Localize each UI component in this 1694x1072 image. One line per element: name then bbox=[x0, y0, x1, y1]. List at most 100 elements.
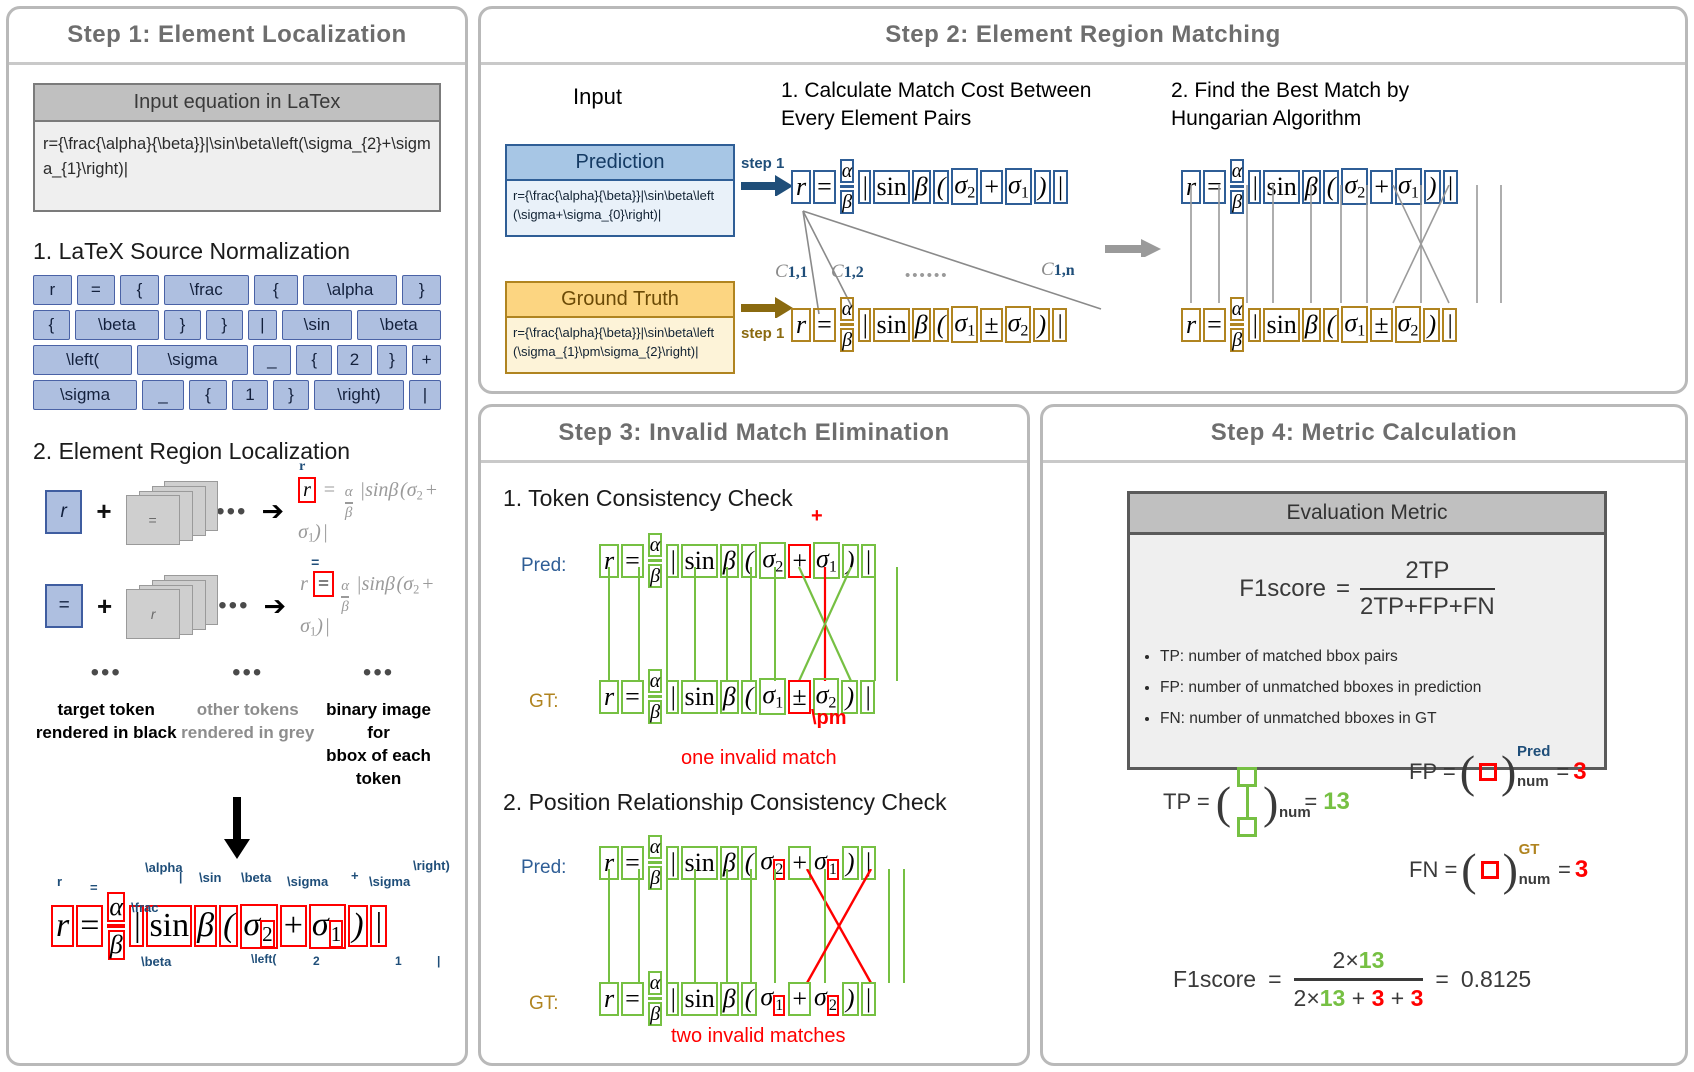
f1-result-value: 0.8125 bbox=[1460, 966, 1532, 992]
calculate-cost-title: 1. Calculate Match Cost Between Every El… bbox=[781, 79, 1092, 131]
token-cell: } bbox=[273, 379, 309, 410]
bbox-frac: αβ bbox=[107, 892, 126, 961]
token-cell: \left( bbox=[33, 344, 133, 375]
result-num-value: 13 bbox=[1358, 947, 1385, 973]
check2-gt-equation: r = αβ | sin β ( σ1 + σ2 ) | bbox=[599, 971, 876, 1026]
fp-sub: num bbox=[1517, 773, 1549, 790]
token-cell: 1 bbox=[232, 379, 268, 410]
token-cell: { bbox=[296, 344, 333, 375]
hungarian-title: 2. Find the Best Match by Hungarian Algo… bbox=[1171, 79, 1410, 131]
token-cell: \frac bbox=[163, 274, 249, 305]
ellipsis-dots: ••• bbox=[216, 497, 248, 525]
token-cell: | bbox=[247, 309, 277, 340]
f1-result: F1score = 2×13 2×13 + 3 + 3 = 0.8125 bbox=[1173, 947, 1531, 1012]
bbox-lparen: ( bbox=[219, 905, 239, 948]
bbox-rparen: ) bbox=[348, 905, 368, 948]
down-arrow-icon bbox=[33, 797, 441, 864]
result-den-tp: 13 bbox=[1319, 985, 1346, 1011]
left-paren-icon: ( bbox=[1215, 776, 1232, 828]
cost-sub: 1,1 bbox=[787, 264, 808, 281]
f1-numerator: 2TP bbox=[1405, 557, 1450, 584]
localization-captions: ••• target token rendered in black ••• o… bbox=[33, 661, 441, 791]
token-cell: \sin bbox=[282, 309, 352, 340]
token-cell: \sigma bbox=[33, 379, 137, 410]
fn-value: 3 bbox=[1574, 855, 1589, 883]
caption-binary-image: binary image for bbox of each token bbox=[326, 700, 431, 789]
left-paren-icon: ( bbox=[1459, 746, 1476, 797]
token-cell: + bbox=[412, 344, 441, 375]
invalid-plus-annotation: + bbox=[811, 505, 823, 527]
fp-definition: FP = ( ) Pred num = 3 bbox=[1409, 743, 1587, 798]
cost-ellipsis: •••••• bbox=[905, 267, 949, 284]
step1-title: Step 1: Element Localization bbox=[9, 9, 465, 65]
result-den-fp: 3 bbox=[1371, 985, 1385, 1011]
step4-panel: Step 4: Metric Calculation Evaluation Me… bbox=[1040, 404, 1688, 1066]
gt-equation-col1: r = αβ | sin β ( σ1 ± σ2 ) | bbox=[791, 297, 1068, 352]
check2-gt-label: GT: bbox=[529, 993, 559, 1014]
gt-equation-col2: r = αβ | sin β ( σ1 ± σ2 ) | bbox=[1181, 297, 1458, 352]
other-tokens-stack: r bbox=[126, 575, 219, 640]
fn-label: FN = bbox=[1409, 856, 1458, 882]
f1-equals: = bbox=[1335, 575, 1350, 602]
tp-label: TP = bbox=[1163, 789, 1210, 814]
step2-title: Step 2: Element Region Matching bbox=[481, 9, 1685, 65]
token-cell: } bbox=[205, 309, 243, 340]
target-token-square: = bbox=[45, 584, 83, 629]
token-cell: } bbox=[376, 344, 408, 375]
transition-arrow-icon bbox=[1105, 237, 1163, 262]
token-cell: { bbox=[33, 309, 70, 340]
caption-target-token: target token rendered in black bbox=[35, 700, 177, 743]
token-cell: { bbox=[189, 379, 227, 410]
result-num-left: 2× bbox=[1332, 947, 1359, 973]
cost-label-1-n: C1,n bbox=[1041, 259, 1075, 280]
prediction-header: Prediction bbox=[507, 146, 733, 181]
f1-name: F1score bbox=[1239, 575, 1326, 602]
arrow-right-icon: ➔ bbox=[261, 496, 285, 527]
token-cell: \sigma bbox=[137, 344, 248, 375]
token-row: r = { \frac { \alpha } bbox=[33, 274, 441, 305]
cost-sub: 1,n bbox=[1053, 262, 1075, 279]
bullet-tp: TP: number of matched bbox pairs bbox=[1160, 641, 1604, 672]
ellipsis-dots: ••• bbox=[362, 659, 395, 687]
binary-image-example: = r = αβ |sinβ (σ2 + σ1) | bbox=[300, 553, 437, 639]
prediction-card: Prediction r={\frac{\alpha}{\beta}}|\sin… bbox=[505, 144, 735, 237]
two-invalid-matches-note: two invalid matches bbox=[671, 1025, 846, 1047]
label-plus: + bbox=[351, 868, 359, 884]
token-cell: _ bbox=[252, 344, 292, 375]
evaluation-metric-header: Evaluation Metric bbox=[1130, 494, 1604, 535]
input-equation-card: Input equation in LaTex r={\frac{\alpha}… bbox=[33, 83, 441, 212]
fn-sub: num bbox=[1518, 871, 1551, 888]
label-alpha: \alpha bbox=[145, 860, 183, 876]
fn-equals: = bbox=[1557, 856, 1571, 882]
step1-panel: Step 1: Element Localization Input equat… bbox=[6, 6, 468, 1066]
result-den-plus1: + bbox=[1351, 985, 1366, 1011]
plus-sign: + bbox=[96, 496, 112, 527]
bullet-fp: FP: number of unmatched bboxes in predic… bbox=[1160, 672, 1604, 703]
input-column-label: Input bbox=[573, 84, 622, 109]
fp-unmatched-icon bbox=[1479, 762, 1498, 781]
label-two: 2 bbox=[313, 954, 320, 969]
invalid-pm-annotation: \pm bbox=[811, 707, 847, 729]
hungarian-match-lines bbox=[1190, 185, 1502, 304]
bbox-eq: = bbox=[76, 905, 104, 948]
label-left-paren: \left( bbox=[251, 952, 277, 967]
label-vbar2: | bbox=[437, 954, 441, 969]
arrow-right-icon: ➔ bbox=[263, 590, 287, 621]
label-vbar: | bbox=[179, 870, 183, 885]
token-cell: _ bbox=[142, 379, 184, 410]
right-paren-icon: ) bbox=[1501, 746, 1517, 797]
step4-title: Step 4: Metric Calculation bbox=[1043, 407, 1685, 463]
token-cell: | bbox=[409, 379, 441, 410]
token-cell: \right) bbox=[314, 379, 404, 410]
bbox-beta: β bbox=[194, 905, 218, 948]
label-frac: \frac bbox=[131, 900, 159, 916]
label-sigma1: \sigma bbox=[369, 874, 411, 890]
left-paren-icon: ( bbox=[1461, 844, 1477, 895]
f1-denominator: 2TP+FP+FN bbox=[1360, 593, 1495, 620]
evaluation-metric-card: Evaluation Metric F1score = 2TP 2TP+FP+F… bbox=[1127, 491, 1607, 770]
right-paren-icon: ) bbox=[1263, 776, 1279, 828]
ellipsis-dots: ••• bbox=[90, 659, 122, 687]
ground-truth-latex: r={\frac{\alpha}{\beta}}|\sin\beta\left(… bbox=[507, 318, 733, 372]
f1-result-name: F1score bbox=[1173, 966, 1257, 992]
fn-definition: FN = ( ) GT num = 3 bbox=[1409, 841, 1589, 896]
